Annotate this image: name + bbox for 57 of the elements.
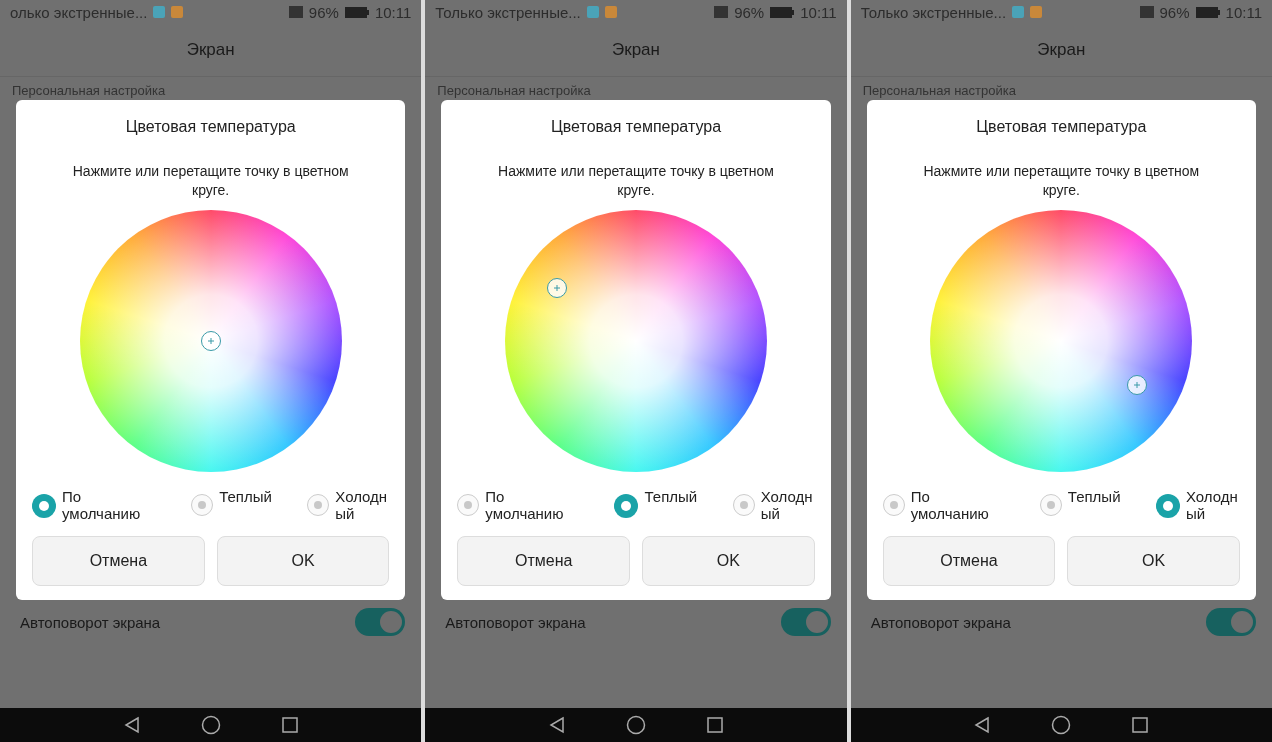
radio-option[interactable]: Теплый [614,487,699,523]
setting-label: Автоповорот экрана [870,613,1012,631]
recents-icon[interactable] [280,716,299,734]
toggle-switch[interactable] [1206,608,1256,637]
battery-icon [344,6,369,18]
battery-icon [770,6,795,18]
section-label: Персональная настройка [436,82,592,100]
battery-percent: 96% [734,3,765,21]
section-label: Персональная настройка [11,82,167,100]
cancel-button[interactable]: Отмена [32,536,205,587]
setting-label: Автоповорот экрана [20,613,162,631]
ok-button[interactable]: OK [216,536,390,587]
setting-label: Автоповорот экрана [445,613,587,631]
dialog-hint: Нажмите или перетащите точку в цветном круге. [71,162,350,200]
battery-percent: 96% [308,3,339,21]
notification-text: Только экстренные... [860,3,1007,21]
clock: 10:11 [374,3,412,21]
screen-title: Экран [186,40,235,60]
dialog-hint: Нажмите или перетащите точку в цветном круге. [922,162,1201,200]
dialog-title: Цветовая температура [125,118,296,136]
picker-handle[interactable] [1127,375,1148,396]
toggle-switch[interactable] [780,608,831,637]
recents-icon[interactable] [706,716,724,734]
home-icon[interactable] [200,715,221,735]
battery-icon [1195,6,1220,18]
radio-option[interactable]: Холодный [307,487,390,523]
radio-option[interactable]: По умолчанию [457,487,581,523]
recents-icon[interactable] [1131,716,1150,734]
home-icon[interactable] [1051,715,1072,735]
cancel-button[interactable]: Отмена [882,536,1056,587]
section-label: Персональная настройка [861,82,1017,100]
back-icon[interactable] [122,716,141,734]
radio-option[interactable]: Холодный [732,487,815,523]
radio-option[interactable]: Теплый [1039,487,1122,523]
screen-title: Экран [612,40,660,60]
screen-title: Экран [1037,40,1086,60]
dialog-hint: Нажмите или перетащите точку в цветном круге. [497,162,775,200]
radio-option[interactable]: По умолчанию [882,487,1006,523]
clock: 10:11 [1225,3,1262,21]
home-icon[interactable] [626,715,646,735]
battery-percent: 96% [1159,3,1190,21]
picker-handle[interactable] [200,330,221,351]
notification-text: олько экстренные... [10,3,148,21]
ok-button[interactable]: OK [1067,536,1240,587]
clock: 10:11 [800,3,837,21]
toggle-switch[interactable] [355,608,406,637]
ok-button[interactable]: OK [642,536,815,587]
radio-option[interactable]: Теплый [191,487,274,523]
notification-text: Только экстренные... [435,3,581,21]
picker-handle[interactable] [547,278,568,299]
back-icon[interactable] [973,716,992,734]
dialog-title: Цветовая температура [976,118,1147,136]
radio-option[interactable]: По умолчанию [32,487,157,523]
radio-option[interactable]: Холодный [1155,487,1240,523]
cancel-button[interactable]: Отмена [457,536,630,587]
back-icon[interactable] [548,716,566,734]
dialog-title: Цветовая температура [550,118,722,136]
